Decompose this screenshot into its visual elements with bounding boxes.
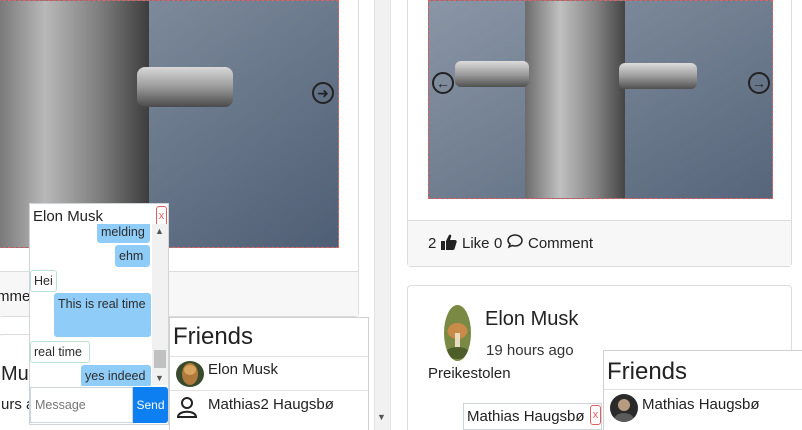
chat-tab[interactable]: Mathias Haugsbø x [463, 403, 602, 430]
comment-button[interactable]: Comment [528, 235, 593, 252]
chat-scroll-thumb[interactable] [154, 350, 166, 368]
chat-header-name: Elon Musk [33, 208, 104, 225]
person-icon [176, 396, 198, 418]
scroll-up-icon[interactable]: ▲ [155, 226, 164, 236]
like-count: 2 [428, 235, 437, 252]
avatar[interactable] [444, 305, 471, 361]
page-scrollbar[interactable]: ▼ [374, 0, 391, 430]
arrow-left-circle-icon: ← [436, 75, 450, 91]
friend-name: Mathias2 Haugsbø [208, 396, 334, 413]
right-feed-pane: ← → 2 Like 0 Comment Elon Musk 19 hours … [391, 0, 802, 430]
friend-name: Mathias Haugsbø [642, 396, 760, 413]
friends-title: Friends [173, 323, 254, 350]
chat-message: melding [97, 224, 150, 243]
avatar [610, 394, 638, 422]
friend-item[interactable]: Mathias2 Haugsbø [170, 390, 368, 422]
like-button[interactable]: Like [462, 235, 490, 252]
post-author-partial: Mu [1, 363, 29, 385]
friend-name: Elon Musk [208, 361, 279, 378]
chat-close-button[interactable]: x [156, 206, 167, 226]
post-photo [428, 0, 773, 199]
arrow-right-circle-icon: → [752, 75, 766, 91]
post-text: Preikestolen [428, 365, 511, 382]
scroll-down-icon[interactable]: ▼ [155, 373, 164, 383]
arrow-right-circle-icon: ➜ [317, 85, 329, 101]
footer-partial-text: mme [0, 288, 31, 305]
prev-photo-button[interactable]: ← [432, 72, 454, 94]
chat-tab-name: Mathias Haugsbø [467, 408, 585, 425]
friends-panel: Friends Elon Musk Mathias2 Haugsbø [169, 317, 369, 430]
chat-messages[interactable]: melding ehm Hei This is real time real t… [30, 224, 152, 386]
chat-message: real time [30, 341, 90, 363]
post-author[interactable]: Elon Musk [485, 308, 578, 331]
left-feed-pane: ➜ mme Mu urs a Friends Elon Musk Mathias… [0, 0, 374, 430]
friends-title: Friends [607, 358, 688, 385]
comment-count: 0 [494, 235, 503, 252]
speech-bubble-icon[interactable] [507, 233, 523, 249]
next-photo-button[interactable]: → [748, 72, 770, 94]
chat-scrollbar[interactable]: ▲ ▼ [152, 224, 168, 385]
send-button[interactable]: Send [133, 387, 168, 423]
post-card: ← → 2 Like 0 Comment [407, 0, 792, 267]
chat-message: ehm [115, 245, 150, 267]
chat-message: Hei [30, 270, 57, 292]
chat-close-button[interactable]: x [590, 405, 601, 425]
post-time: 19 hours ago [486, 342, 574, 359]
friend-item[interactable]: Elon Musk [170, 356, 368, 388]
chat-message-input[interactable] [30, 387, 133, 423]
chat-message: yes indeed [81, 365, 151, 386]
post-footer: 2 Like 0 Comment [408, 220, 791, 266]
scroll-down-icon[interactable]: ▼ [377, 412, 386, 422]
thumbs-up-icon[interactable] [440, 233, 458, 251]
friend-item[interactable]: Mathias Haugsbø [604, 389, 802, 422]
next-photo-button[interactable]: ➜ [312, 82, 334, 104]
chat-message: This is real time [54, 293, 151, 337]
friends-panel: Friends Mathias Haugsbø [603, 350, 802, 430]
avatar [176, 361, 204, 387]
